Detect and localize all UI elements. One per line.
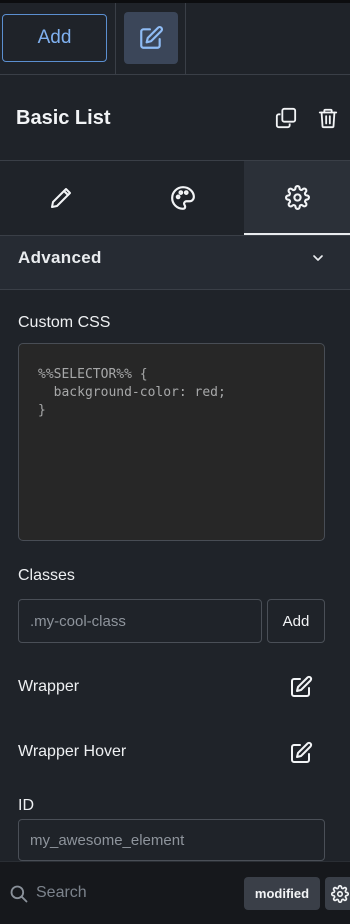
delete-button[interactable] xyxy=(316,105,340,131)
top-border xyxy=(0,0,350,3)
add-class-button[interactable]: Add xyxy=(267,599,325,643)
top-toolbar: Add xyxy=(0,0,350,75)
gear-icon xyxy=(284,184,310,210)
custom-css-editor[interactable]: %%SELECTOR%% { background-color: red; } xyxy=(18,343,325,541)
search-input[interactable]: Search xyxy=(36,884,87,902)
wrapper-label: Wrapper xyxy=(18,678,80,695)
toolbar-divider xyxy=(185,3,186,75)
wrapper-edit-button[interactable] xyxy=(288,674,314,700)
tab-content[interactable] xyxy=(0,161,122,235)
edit-icon xyxy=(291,675,313,697)
classes-label: Classes xyxy=(18,567,75,584)
edit-icon xyxy=(140,26,163,49)
footer-bar: Search modified xyxy=(0,861,350,924)
classes-input[interactable]: .my-cool-class xyxy=(18,599,262,643)
wrapper-hover-label: Wrapper Hover xyxy=(18,743,127,760)
gear-icon xyxy=(331,884,349,903)
id-input[interactable]: my_awesome_element xyxy=(18,819,325,861)
settings-button[interactable] xyxy=(325,877,350,910)
chevron-down-icon xyxy=(313,255,323,261)
trash-icon xyxy=(318,108,338,129)
section-title: Advanced xyxy=(18,248,102,267)
wrapper-hover-edit-button[interactable] xyxy=(288,740,314,766)
custom-css-label: Custom CSS xyxy=(18,314,111,331)
edit-mode-button[interactable] xyxy=(124,12,178,64)
duplicate-button[interactable] xyxy=(274,105,298,131)
tab-advanced[interactable] xyxy=(244,161,350,235)
panel-header: Basic List xyxy=(0,75,350,161)
tab-bar xyxy=(0,161,350,236)
advanced-section-header[interactable]: Advanced xyxy=(0,236,350,290)
tab-design[interactable] xyxy=(122,161,244,235)
panel-title: Basic List xyxy=(16,107,111,129)
copy-icon xyxy=(275,107,297,129)
palette-icon xyxy=(171,186,195,210)
id-label: ID xyxy=(18,797,34,814)
toolbar-divider xyxy=(115,3,116,75)
edit-icon xyxy=(291,741,313,763)
add-button[interactable]: Add xyxy=(2,14,107,62)
search-icon xyxy=(10,885,28,903)
status-badge[interactable]: modified xyxy=(244,877,320,910)
pencil-icon xyxy=(51,188,71,208)
